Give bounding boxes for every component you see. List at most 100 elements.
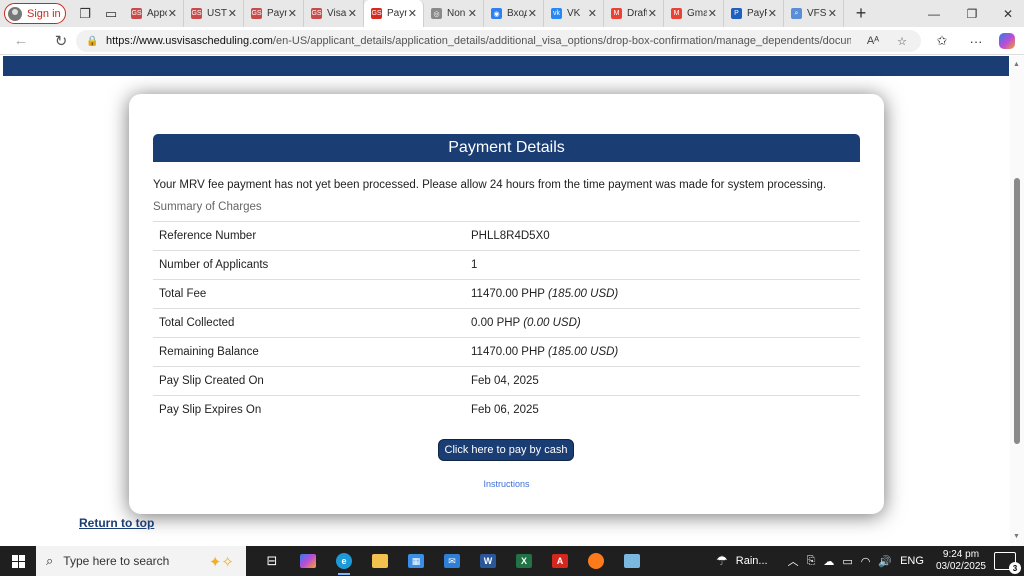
new-tab-button[interactable]: + bbox=[848, 0, 874, 27]
notifications-icon[interactable]: 3 bbox=[994, 552, 1021, 574]
weather-umbrella-icon[interactable]: ☂ bbox=[712, 553, 732, 569]
acrobat-icon[interactable]: A bbox=[542, 546, 578, 576]
tab-close-icon[interactable]: ✕ bbox=[228, 7, 237, 20]
tab-close-icon[interactable]: ✕ bbox=[348, 7, 357, 20]
notes-app-icon[interactable] bbox=[614, 546, 650, 576]
minimize-icon[interactable]: — bbox=[916, 0, 952, 27]
table-row: Total Fee 11470.00 PHP (185.00 USD) bbox=[153, 279, 860, 309]
tab-close-icon[interactable]: ✕ bbox=[468, 7, 477, 20]
more-menu-icon[interactable]: ··· bbox=[962, 27, 990, 55]
address-bar[interactable]: 🔒 https://www.usvisascheduling.com/en-US… bbox=[76, 30, 921, 52]
browser-tab[interactable]: ◎ Non ✕ bbox=[424, 0, 484, 27]
tab-label: Drafts bbox=[627, 8, 647, 19]
read-aloud-icon[interactable]: Aᴬ bbox=[861, 30, 885, 52]
page-scrollbar[interactable]: ▲ ▼ bbox=[1010, 56, 1024, 546]
scroll-up-arrow-icon[interactable]: ▲ bbox=[1013, 61, 1020, 68]
pay-by-cash-button[interactable]: Click here to pay by cash bbox=[438, 439, 574, 461]
tab-close-icon[interactable]: ✕ bbox=[588, 7, 597, 20]
tab-label: Visa bbox=[327, 8, 347, 19]
tab-label: Non bbox=[447, 8, 466, 19]
weather-text[interactable]: Rain... bbox=[732, 555, 772, 567]
copilot-icon[interactable] bbox=[993, 27, 1021, 55]
charge-amount: 1 bbox=[471, 259, 478, 271]
tab-close-icon[interactable]: ✕ bbox=[528, 7, 537, 20]
volume-icon[interactable]: 🔊 bbox=[874, 555, 896, 568]
sign-in-button[interactable]: Sign in bbox=[4, 3, 66, 24]
tab-close-icon[interactable]: ✕ bbox=[768, 7, 777, 20]
excel-icon[interactable]: X bbox=[506, 546, 542, 576]
taskbar-search-box[interactable]: ⌕ Type here to search ✦✧ bbox=[36, 546, 246, 576]
browser-tab[interactable]: ◉ Вход ✕ bbox=[484, 0, 544, 27]
charge-label: Total Fee bbox=[153, 279, 471, 309]
back-arrow-icon[interactable]: ← bbox=[6, 27, 36, 55]
clock[interactable]: 9:24 pm 03/02/2025 bbox=[928, 549, 994, 573]
copilot-sparkle-icon: ✦✧ bbox=[208, 554, 234, 571]
browser-tab[interactable]: vk VK ✕ bbox=[544, 0, 604, 27]
scroll-down-arrow-icon[interactable]: ▼ bbox=[1013, 533, 1020, 540]
tab-actions-icon[interactable]: ▭ bbox=[98, 0, 124, 27]
browser-tab[interactable]: GS UST ✕ bbox=[184, 0, 244, 27]
favorites-icon[interactable]: ✩ bbox=[928, 27, 956, 55]
scrollbar-thumb[interactable] bbox=[1014, 178, 1020, 444]
microsoft-store-icon[interactable]: ▦ bbox=[398, 546, 434, 576]
table-row: Remaining Balance 11470.00 PHP (185.00 US… bbox=[153, 337, 860, 367]
task-view-icon[interactable]: ⊟ bbox=[254, 546, 290, 576]
charge-label: Reference Number bbox=[153, 221, 471, 251]
instructions-link[interactable]: Instructions bbox=[483, 479, 529, 489]
charge-value: 11470.00 PHP (185.00 USD) bbox=[471, 337, 860, 367]
tab-close-icon[interactable]: ✕ bbox=[288, 7, 297, 20]
show-hidden-icons-chevron-icon[interactable]: ︿ bbox=[784, 553, 803, 569]
table-row: Number of Applicants 1 bbox=[153, 250, 860, 280]
charge-value: 1 bbox=[471, 250, 860, 280]
charge-label: Pay Slip Created On bbox=[153, 366, 471, 396]
browser-tab[interactable]: ⌕ VFS ✕ bbox=[784, 0, 844, 27]
copilot-app-icon[interactable] bbox=[290, 546, 326, 576]
table-row: Pay Slip Created On Feb 04, 2025 bbox=[153, 366, 860, 396]
charge-amount: 11470.00 PHP bbox=[471, 288, 545, 300]
tab-close-icon[interactable]: ✕ bbox=[408, 7, 417, 20]
favorite-star-icon[interactable]: ☆ bbox=[890, 30, 914, 52]
tab-close-icon[interactable]: ✕ bbox=[828, 7, 837, 20]
page-viewport: Payment Details Your MRV fee payment has… bbox=[0, 56, 1024, 546]
file-explorer-icon[interactable] bbox=[362, 546, 398, 576]
charge-amount: Feb 04, 2025 bbox=[471, 375, 539, 387]
mail-icon[interactable]: ✉ bbox=[434, 546, 470, 576]
url-text: https://www.usvisascheduling.com/en-US/a… bbox=[106, 35, 851, 47]
browser-tab[interactable]: GS Appointment✕ bbox=[124, 0, 184, 27]
edge-browser-icon[interactable]: e bbox=[326, 546, 362, 576]
table-row: Pay Slip Expires On Feb 06, 2025 bbox=[153, 395, 860, 425]
wifi-icon[interactable]: ◠ bbox=[857, 555, 875, 568]
word-icon[interactable]: W bbox=[470, 546, 506, 576]
browser-tab[interactable]: M Drafts✕ bbox=[604, 0, 664, 27]
charge-amount: Feb 06, 2025 bbox=[471, 404, 539, 417]
charge-usd-equivalent: (0.00 USD) bbox=[523, 317, 581, 329]
onedrive-cloud-icon[interactable]: ☁ bbox=[819, 555, 838, 568]
browser-tab[interactable]: GS Payment✕ bbox=[244, 0, 304, 27]
charge-value: PHLL8R4D5X0 bbox=[471, 221, 860, 251]
charge-amount: 0.00 PHP bbox=[471, 317, 521, 329]
workspaces-icon[interactable]: ❐ bbox=[72, 0, 98, 27]
tab-favicon-icon: GS bbox=[131, 8, 142, 19]
restore-icon[interactable]: ❐ bbox=[954, 0, 990, 27]
tab-label: Appointment bbox=[147, 8, 167, 19]
tab-favicon-icon: ⌕ bbox=[791, 8, 802, 19]
tab-label: Payment bbox=[267, 8, 287, 19]
browser-tab[interactable]: P PayPal✕ bbox=[724, 0, 784, 27]
charges-table: Reference Number PHLL8R4D5X0 Number of Ap… bbox=[153, 221, 860, 425]
tab-label: Вход bbox=[507, 8, 527, 19]
tab-close-icon[interactable]: ✕ bbox=[648, 7, 657, 20]
browser-tab[interactable]: M Gmail✕ bbox=[664, 0, 724, 27]
windows-start-icon[interactable] bbox=[0, 546, 36, 576]
charge-usd-equivalent: (185.00 USD) bbox=[547, 346, 619, 358]
close-window-icon[interactable]: ✕ bbox=[990, 0, 1024, 27]
return-to-top-link[interactable]: Return to top bbox=[79, 516, 154, 530]
meet-now-icon[interactable]: ⎘ bbox=[803, 555, 820, 568]
browser-tab[interactable]: GS Payment✕ bbox=[364, 0, 424, 27]
refresh-icon[interactable]: ↻ bbox=[46, 27, 76, 55]
firefox-icon[interactable] bbox=[578, 546, 614, 576]
tab-close-icon[interactable]: ✕ bbox=[168, 7, 177, 20]
network-icon[interactable]: ▭ bbox=[838, 555, 856, 568]
language-indicator[interactable]: ENG bbox=[896, 555, 928, 567]
tab-close-icon[interactable]: ✕ bbox=[708, 7, 717, 20]
browser-tab[interactable]: GS Visa ✕ bbox=[304, 0, 364, 27]
